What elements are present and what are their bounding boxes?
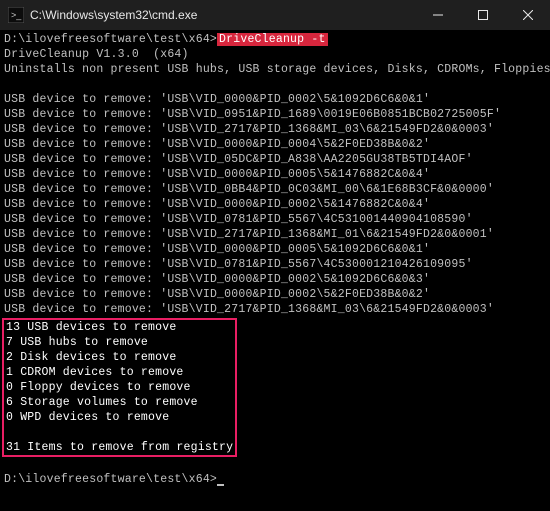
device-row: USB device to remove: 'USB\VID_2717&PID_… xyxy=(4,303,494,316)
device-row: USB device to remove: 'USB\VID_05DC&PID_… xyxy=(4,153,473,166)
device-row: USB device to remove: 'USB\VID_0000&PID_… xyxy=(4,168,430,181)
prompt-line: D:\ilovefreesoftware\test\x64>DriveClean… xyxy=(4,33,328,46)
cmd-window: >_ C:\Windows\system32\cmd.exe D:\ilovef… xyxy=(0,0,550,511)
device-row: USB device to remove: 'USB\VID_0000&PID_… xyxy=(4,138,430,151)
device-row: USB device to remove: 'USB\VID_0000&PID_… xyxy=(4,243,430,256)
summary-line: 6 Storage volumes to remove xyxy=(6,396,198,409)
prompt-path: D:\ilovefreesoftware\test\x64> xyxy=(4,33,217,46)
console-output[interactable]: D:\ilovefreesoftware\test\x64>DriveClean… xyxy=(0,30,550,511)
titlebar[interactable]: >_ C:\Windows\system32\cmd.exe xyxy=(0,0,550,30)
device-row: USB device to remove: 'USB\VID_0000&PID_… xyxy=(4,273,430,286)
close-button[interactable] xyxy=(505,0,550,30)
header-line: DriveCleanup V1.3.0 (x64) xyxy=(4,48,189,61)
header-desc: Uninstalls non present USB hubs, USB sto… xyxy=(4,63,550,76)
device-row: USB device to remove: 'USB\VID_0000&PID_… xyxy=(4,198,430,211)
summary-box: 13 USB devices to remove 7 USB hubs to r… xyxy=(2,318,237,457)
cursor-icon xyxy=(217,484,224,486)
device-row: USB device to remove: 'USB\VID_2717&PID_… xyxy=(4,123,494,136)
summary-line: 7 USB hubs to remove xyxy=(6,336,148,349)
summary-line: 1 CDROM devices to remove xyxy=(6,366,184,379)
device-row: USB device to remove: 'USB\VID_0781&PID_… xyxy=(4,258,473,271)
command-text: DriveCleanup -t xyxy=(217,33,328,46)
device-row: USB device to remove: 'USB\VID_0000&PID_… xyxy=(4,93,430,106)
device-row: USB device to remove: 'USB\VID_0000&PID_… xyxy=(4,288,430,301)
summary-line: 2 Disk devices to remove xyxy=(6,351,176,364)
summary-line: 0 Floppy devices to remove xyxy=(6,381,191,394)
minimize-button[interactable] xyxy=(415,0,460,30)
device-row: USB device to remove: 'USB\VID_2717&PID_… xyxy=(4,228,494,241)
device-row: USB device to remove: 'USB\VID_0781&PID_… xyxy=(4,213,473,226)
summary-line: 0 WPD devices to remove xyxy=(6,411,169,424)
cmd-icon: >_ xyxy=(8,7,24,23)
maximize-button[interactable] xyxy=(460,0,505,30)
summary-line: 31 Items to remove from registry xyxy=(6,441,233,454)
prompt-line-2: D:\ilovefreesoftware\test\x64> xyxy=(4,473,224,486)
device-row: USB device to remove: 'USB\VID_0BB4&PID_… xyxy=(4,183,494,196)
prompt-path: D:\ilovefreesoftware\test\x64> xyxy=(4,473,217,486)
summary-line: 13 USB devices to remove xyxy=(6,321,176,334)
window-title: C:\Windows\system32\cmd.exe xyxy=(30,8,415,22)
svg-text:>_: >_ xyxy=(11,10,22,20)
device-row: USB device to remove: 'USB\VID_0951&PID_… xyxy=(4,108,501,121)
